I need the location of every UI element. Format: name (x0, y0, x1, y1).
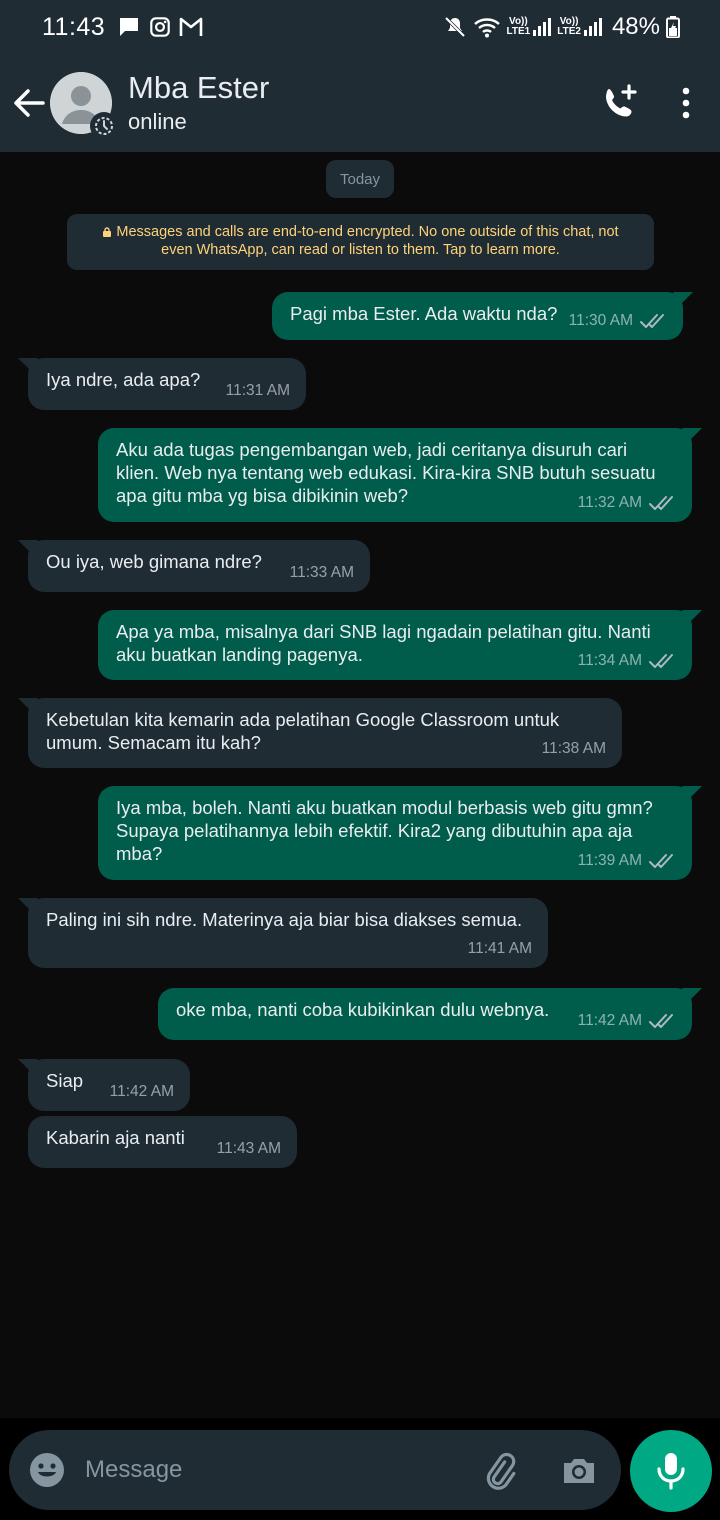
message-input-bar: Message (9, 1430, 621, 1510)
message-meta: 11:31 AM (226, 379, 290, 402)
message-out[interactable]: Iya mba, boleh. Nanti aku buatkan modul … (98, 786, 702, 880)
emoji-icon[interactable] (29, 1452, 65, 1488)
bubble-tail (18, 358, 38, 374)
message-time: 11:42 AM (577, 1012, 642, 1029)
message-time: 11:42 AM (109, 1083, 174, 1100)
timer-icon (95, 117, 113, 135)
status-bar: 11:43 Vo)) LTE1 Vo)) LTE2 48% (0, 0, 720, 54)
double-check-icon (649, 1013, 673, 1028)
message-time: 11:43 AM (216, 1140, 281, 1157)
message-meta: 11:43 AM (217, 1137, 281, 1160)
gmail-icon (179, 17, 203, 36)
message-meta: 11:41 AM (468, 937, 532, 960)
message-meta: 11:30 AM (569, 309, 669, 332)
message-meta: 11:39 AM (578, 849, 678, 872)
message-meta: 11:33 AM (290, 561, 354, 584)
chat-header: Mba Ester online (0, 54, 720, 152)
message-meta: 11:38 AM (542, 737, 606, 760)
contact-info[interactable]: Mba Ester online (128, 69, 269, 137)
double-check-icon (649, 495, 673, 510)
instagram-icon (150, 17, 171, 37)
message-out[interactable]: Pagi mba Ester. Ada waktu nda? 11:30 AM (272, 292, 693, 340)
message-in[interactable]: Ou iya, web gimana ndre? 11:33 AM (18, 540, 370, 592)
bubble-tail (18, 898, 38, 914)
message-out[interactable]: oke mba, nanti coba kubikinkan dulu webn… (158, 988, 702, 1040)
message-time: 11:31 AM (225, 382, 290, 399)
battery-percent: 48% (611, 13, 660, 40)
bubble-tail (682, 610, 702, 626)
encryption-notice[interactable]: Messages and calls are end-to-end encryp… (67, 214, 654, 270)
message-time: 11:41 AM (467, 940, 532, 957)
header-actions (600, 83, 692, 123)
message-meta: 11:42 AM (110, 1080, 174, 1103)
mic-button[interactable] (630, 1430, 712, 1512)
double-check-icon (649, 853, 673, 868)
back-arrow-icon (14, 89, 45, 117)
message-in[interactable]: Kabarin aja nanti 11:43 AM (28, 1116, 297, 1168)
message-meta: 11:42 AM (578, 1009, 678, 1032)
bubble-tail (682, 988, 702, 1004)
battery-icon (666, 16, 680, 38)
message-time: 11:34 AM (577, 652, 642, 669)
message-out[interactable]: Aku ada tugas pengembangan web, jadi cer… (98, 428, 702, 522)
camera-icon[interactable] (559, 1450, 599, 1490)
wifi-icon (473, 18, 500, 38)
bubble-tail (673, 292, 693, 308)
encryption-text: Messages and calls are end-to-end encryp… (116, 224, 619, 258)
message-time: 11:32 AM (577, 494, 642, 511)
message-in[interactable]: Kebetulan kita kemarin ada pelatihan Goo… (18, 698, 622, 768)
message-meta: 11:32 AM (578, 491, 678, 514)
bubble-tail (18, 698, 38, 714)
attach-icon[interactable] (479, 1450, 519, 1490)
disappearing-badge (90, 112, 118, 140)
date-chip: Today (326, 160, 394, 198)
message-out[interactable]: Apa ya mba, misalnya dari SNB lagi ngada… (98, 610, 702, 680)
message-in[interactable]: Siap 11:42 AM (18, 1059, 190, 1111)
message-text: Kebetulan kita kemarin ada pelatihan Goo… (46, 709, 560, 753)
message-time: 11:38 AM (541, 740, 606, 757)
double-check-icon (649, 653, 673, 668)
bubble-tail (18, 1059, 38, 1075)
lock-icon (103, 227, 112, 237)
avatar[interactable] (50, 72, 118, 140)
contact-status: online (128, 109, 187, 134)
message-text: Paling ini sih ndre. Materinya aja biar … (46, 909, 523, 930)
bubble-tail (682, 428, 702, 444)
status-left-icons (117, 15, 203, 39)
chat-area[interactable]: Today Messages and calls are end-to-end … (0, 152, 720, 1418)
message-time: 11:39 AM (577, 852, 642, 869)
double-check-icon (640, 313, 664, 328)
message-in[interactable]: Iya ndre, ada apa? 11:31 AM (18, 358, 306, 410)
mic-icon (657, 1453, 685, 1490)
bubble-tail (682, 786, 702, 802)
message-time: 11:30 AM (568, 312, 633, 329)
bubble-tail (18, 540, 38, 556)
more-vert-icon[interactable] (680, 87, 692, 119)
signal-lte2-icon: Vo)) LTE2 (557, 17, 602, 37)
status-time: 11:43 (42, 12, 106, 41)
add-call-icon[interactable] (600, 83, 640, 123)
mute-icon (444, 16, 465, 38)
message-input[interactable]: Message (85, 1456, 479, 1484)
message-in[interactable]: Paling ini sih ndre. Materinya aja biar … (18, 898, 548, 968)
message-time: 11:33 AM (289, 564, 354, 581)
signal-lte1-icon: Vo)) LTE1 (507, 17, 552, 37)
chat-bubble-icon (120, 18, 139, 36)
contact-name: Mba Ester (128, 70, 270, 105)
message-meta: 11:34 AM (578, 649, 678, 672)
status-right-icons: Vo)) LTE1 Vo)) LTE2 48% (443, 13, 680, 41)
